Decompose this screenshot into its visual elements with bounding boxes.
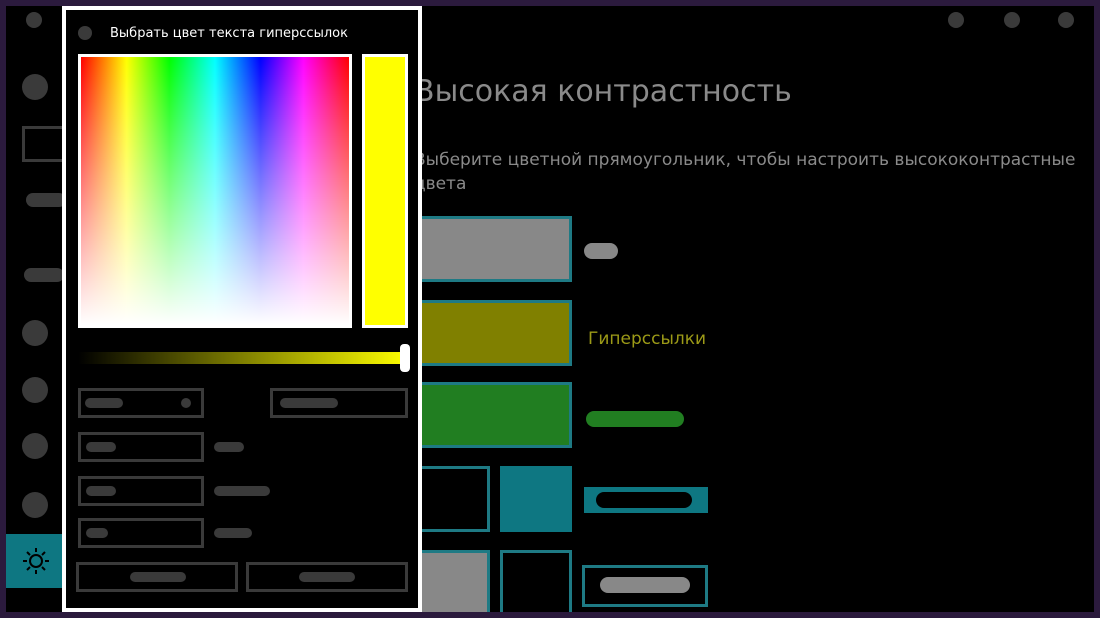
- blue-value: [86, 528, 108, 538]
- chevron-down-icon: [181, 398, 191, 408]
- window-control-dot[interactable]: [1004, 12, 1020, 28]
- selected-text-sample-bar: [596, 492, 692, 508]
- color-preview: [362, 54, 408, 328]
- window-control-dot[interactable]: [1058, 12, 1074, 28]
- disabled-text-color-swatch[interactable]: [412, 382, 572, 448]
- hyperlinks-label: Гиперссылки: [588, 329, 707, 349]
- button-text-sample-bar: [600, 577, 690, 593]
- button-text-fg-swatch[interactable]: [412, 550, 490, 612]
- hex-value: [280, 398, 338, 408]
- sun-gear-icon: [23, 548, 49, 574]
- red-input[interactable]: [78, 432, 204, 462]
- nav-icon[interactable]: [22, 433, 48, 459]
- settings-nav-button[interactable]: [6, 534, 62, 588]
- brightness-slider-track[interactable]: [78, 352, 408, 364]
- color-mode-value: [85, 398, 123, 408]
- nav-search-box[interactable]: [22, 126, 66, 162]
- brightness-slider-thumb[interactable]: [400, 344, 410, 372]
- red-value: [86, 442, 116, 452]
- color-picker-panel: Выбрать цвет текста гиперссылок: [62, 6, 422, 612]
- green-label: [214, 486, 270, 496]
- red-label: [214, 442, 244, 452]
- screen: Высокая контрастность Выберите цветной п…: [6, 6, 1094, 612]
- blue-input[interactable]: [78, 518, 204, 548]
- green-input[interactable]: [78, 476, 204, 506]
- button-text-sample: [582, 565, 708, 607]
- nav-item[interactable]: [24, 268, 64, 282]
- panel-icon: [78, 26, 92, 40]
- selected-text-bg-swatch[interactable]: [500, 466, 572, 532]
- nav-item[interactable]: [26, 193, 66, 207]
- text-color-swatch[interactable]: [412, 216, 572, 282]
- page-description: Выберите цветной прямоугольник, чтобы на…: [414, 150, 1076, 194]
- color-spectrum[interactable]: [78, 54, 352, 328]
- page-title: Высокая контрастность: [414, 74, 792, 109]
- nav-icon[interactable]: [22, 377, 48, 403]
- done-button[interactable]: [76, 562, 238, 592]
- hyperlink-color-swatch[interactable]: [412, 300, 572, 366]
- cancel-button[interactable]: [246, 562, 408, 592]
- window-control-dot[interactable]: [948, 12, 964, 28]
- done-button-label: [130, 572, 186, 582]
- nav-icon[interactable]: [22, 74, 48, 100]
- green-value: [86, 486, 116, 496]
- selected-text-sample: [584, 487, 708, 513]
- color-picker-title: Выбрать цвет текста гиперссылок: [110, 26, 348, 41]
- blue-label: [214, 528, 252, 538]
- button-text-bg-swatch[interactable]: [500, 550, 572, 612]
- color-mode-select[interactable]: [78, 388, 204, 418]
- nav-icon[interactable]: [22, 320, 48, 346]
- selected-text-fg-swatch[interactable]: [412, 466, 490, 532]
- text-color-label: [584, 243, 618, 259]
- nav-icon[interactable]: [22, 492, 48, 518]
- cancel-button-label: [299, 572, 355, 582]
- disabled-text-label: [586, 411, 684, 427]
- back-dot[interactable]: [26, 12, 42, 28]
- hex-input[interactable]: [270, 388, 408, 418]
